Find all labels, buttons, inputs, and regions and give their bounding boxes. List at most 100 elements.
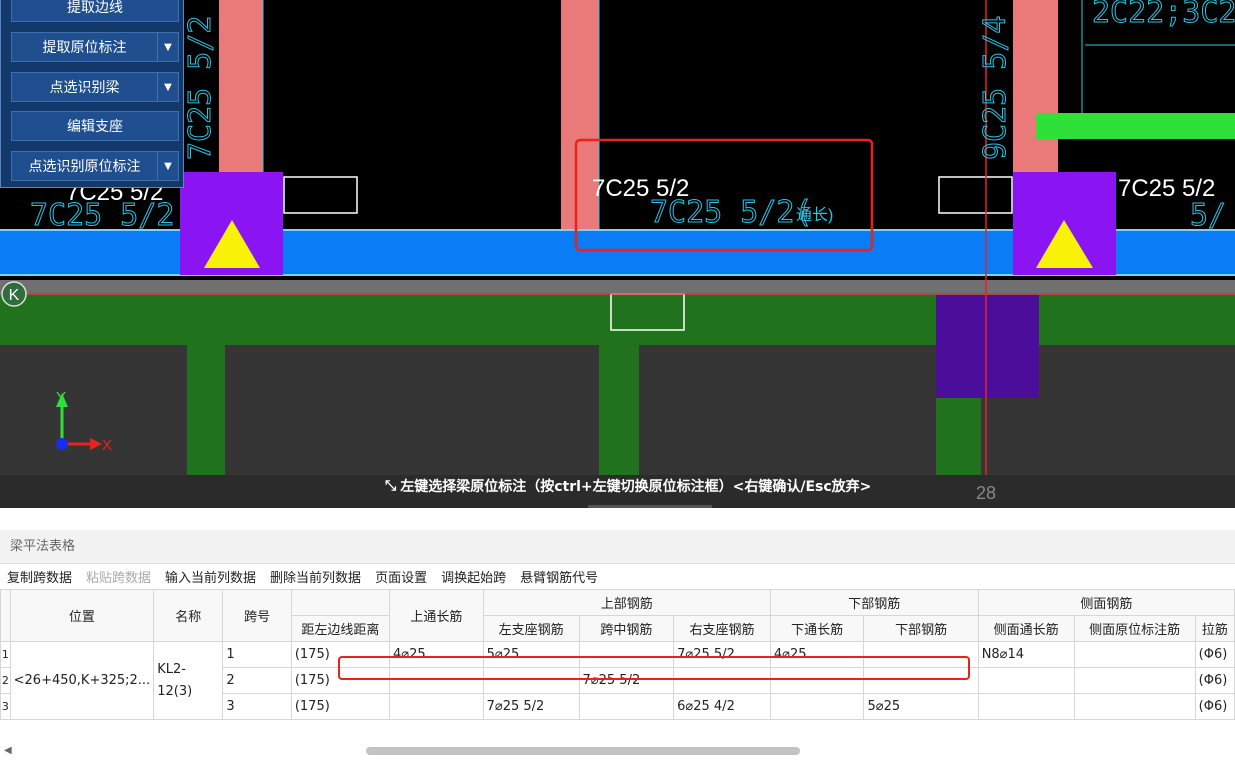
grid-band	[0, 280, 1235, 295]
cell-bottom-through[interactable]	[769, 667, 865, 694]
header-bottom-group: 下部钢筋	[769, 589, 979, 616]
row-number: 1	[0, 641, 11, 668]
cell-name[interactable]: KL2-12(3)	[153, 641, 224, 720]
cell-span[interactable]: 1	[222, 641, 292, 668]
button-label: 编辑支座	[67, 119, 123, 135]
scroll-left-icon[interactable]: ◀	[4, 745, 12, 756]
header-side-group: 侧面钢筋	[977, 589, 1235, 616]
header-bottom-rebar: 下部钢筋	[863, 615, 979, 642]
header-position: 位置	[9, 589, 155, 642]
header-side-insitu: 侧面原位标注筋	[1073, 615, 1196, 642]
cell-span[interactable]: 3	[222, 693, 292, 720]
header-bottom-through: 下通长筋	[769, 615, 865, 642]
drawing: K 7C25 5/2 9C25 5/4 2C22;3C22 7C25 5/2 7…	[0, 0, 1235, 508]
axis-k-label: K	[9, 287, 20, 304]
cell-side-insitu[interactable]	[1073, 667, 1196, 694]
header-right-support: 右支座钢筋	[673, 615, 771, 642]
mid-beam-white-label: 7C25 5/2	[592, 175, 689, 202]
header-top-through: 上通长筋	[389, 589, 484, 642]
rownum-header	[0, 589, 11, 642]
extract-insitu-button[interactable]: 提取原位标注 ▼	[11, 32, 179, 62]
vertical-label-1: 7C25 5/2	[183, 16, 218, 161]
cell-bottom-through[interactable]	[769, 693, 865, 720]
label-box-1[interactable]	[283, 176, 358, 214]
beam-table: 位置 名称 跨号 上通长筋 上部钢筋 下部钢筋 侧面钢筋 距左边线距离 左支座钢…	[0, 589, 1235, 720]
y-axis-label: Y	[56, 389, 66, 406]
label-box-2[interactable]	[938, 176, 1013, 214]
cell-bottom[interactable]	[863, 641, 979, 668]
mid-beam-blue-small-label: 通长)	[796, 206, 833, 224]
cell-mid[interactable]: 7⌀25 5/2	[578, 667, 675, 694]
copy-span-button[interactable]: 复制跨数据	[0, 567, 79, 586]
red-column-3	[1013, 0, 1058, 172]
horizontal-scrollbar[interactable]: ◀	[0, 742, 1235, 758]
cell-tie[interactable]: (Φ6)	[1194, 641, 1235, 668]
cad-drawing-canvas[interactable]: K 7C25 5/2 9C25 5/4 2C22;3C22 7C25 5/2 7…	[0, 0, 1235, 508]
green-beam	[0, 295, 1235, 345]
x-axis-label: X	[102, 437, 112, 454]
cell-side-insitu[interactable]	[1073, 693, 1196, 720]
extract-edge-button[interactable]: 提取边线	[11, 0, 179, 22]
row-number: 3	[0, 693, 11, 720]
cell-top-through[interactable]: 4⌀25	[389, 641, 484, 668]
paste-span-button[interactable]: 粘贴跨数据	[79, 567, 158, 586]
red-column-1	[219, 0, 263, 172]
cell-side-through[interactable]	[977, 667, 1075, 694]
button-label: 点选识别梁	[49, 80, 120, 96]
pick-beam-button[interactable]: 点选识别梁 ▼	[11, 72, 179, 102]
top-right-label: 2C22;3C22	[1092, 0, 1235, 30]
status-text: 左键选择梁原位标注（按ctrl+左键切换原位标注框）<右键确认/Esc放弃>	[400, 479, 872, 495]
green-column-2	[599, 345, 639, 475]
scroll-thumb[interactable]	[366, 747, 800, 755]
header-side-through: 侧面通长筋	[977, 615, 1075, 642]
delete-column-button[interactable]: 删除当前列数据	[263, 567, 368, 586]
table-row[interactable]: 1 <26+450,K+325;2... KL2-12(3) 1 (175) 4…	[0, 641, 1235, 720]
cell-tie[interactable]: (Φ6)	[1194, 693, 1235, 720]
header-tie: 拉筋	[1194, 615, 1235, 642]
cell-side-through[interactable]	[977, 693, 1075, 720]
chevron-down-icon[interactable]: ▼	[157, 33, 178, 61]
cell-right-support[interactable]	[673, 667, 771, 694]
right-beam-blue-label: 5/	[1190, 198, 1226, 233]
cell-bottom[interactable]	[863, 667, 979, 694]
cell-bottom[interactable]: 5⌀25	[863, 693, 979, 720]
cell-dist[interactable]: (175)	[290, 641, 391, 668]
cantilever-code-button[interactable]: 悬臂钢筋代号	[513, 567, 605, 586]
pick-insitu-button[interactable]: 点选识别原位标注 ▼	[11, 151, 179, 181]
cell-left-support[interactable]	[482, 667, 580, 694]
button-label: 点选识别原位标注	[28, 159, 141, 175]
input-column-button[interactable]: 输入当前列数据	[158, 567, 263, 586]
button-label: 提取原位标注	[42, 40, 127, 56]
recognition-tool-panel: 提取边线 提取原位标注 ▼ 点选识别梁 ▼ 编辑支座 点选识别原位标注 ▼	[0, 0, 184, 188]
cell-bottom-through[interactable]: 4⌀25	[769, 641, 865, 668]
page-setup-button[interactable]: 页面设置	[368, 567, 434, 586]
ruler-number: 28	[976, 483, 996, 503]
cell-left-support[interactable]: 5⌀25	[482, 641, 580, 668]
swap-start-span-button[interactable]: 调换起始跨	[434, 567, 513, 586]
cell-right-support[interactable]: 6⌀25 4/2	[673, 693, 771, 720]
cell-side-insitu[interactable]	[1073, 641, 1196, 668]
cell-dist[interactable]: (175)	[290, 693, 391, 720]
chevron-down-icon[interactable]: ▼	[157, 73, 178, 101]
green-column-1	[187, 345, 225, 475]
cell-tie[interactable]: (Φ6)	[1194, 667, 1235, 694]
header-span: 跨号	[222, 589, 292, 642]
table-toolbar: 复制跨数据 粘贴跨数据 输入当前列数据 删除当前列数据 页面设置 调换起始跨 悬…	[0, 564, 605, 588]
cell-mid[interactable]	[578, 693, 675, 720]
cell-span[interactable]: 2	[222, 667, 292, 694]
cell-dist[interactable]: (175)	[290, 667, 391, 694]
edit-support-button[interactable]: 编辑支座	[11, 111, 179, 141]
vertical-label-2: 9C25 5/4	[978, 16, 1013, 161]
cell-left-support[interactable]: 7⌀25 5/2	[482, 693, 580, 720]
shrink-arrows-icon: ⤡	[385, 478, 397, 494]
cell-right-support[interactable]: 7⌀25 5/2	[673, 641, 771, 668]
cell-top-through[interactable]	[389, 667, 484, 694]
cell-top-through[interactable]	[389, 693, 484, 720]
status-bar: ⤡ 左键选择梁原位标注（按ctrl+左键切换原位标注框）<右键确认/Esc放弃>	[385, 476, 871, 496]
cell-mid[interactable]	[578, 641, 675, 668]
button-label: 提取边线	[67, 0, 123, 16]
cell-position[interactable]: <26+450,K+325;2...	[9, 641, 155, 720]
cell-side-through[interactable]: N8⌀14	[977, 641, 1075, 668]
header-dist-left: 距左边线距离	[290, 615, 391, 642]
chevron-down-icon[interactable]: ▼	[157, 152, 178, 180]
